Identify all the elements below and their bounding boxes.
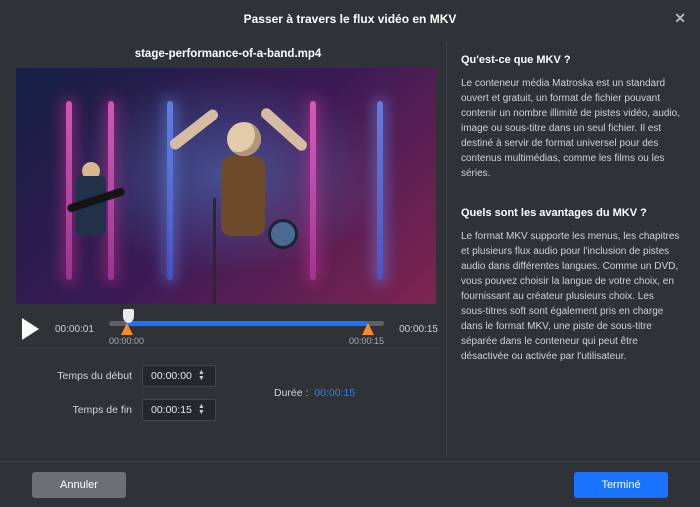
stage-light [310,101,316,280]
dialog-content: stage-performance-of-a-band.mp4 00:00:01 [0,38,700,456]
end-time-input[interactable]: 00:00:15 ▲▼ [142,399,216,421]
dialog-title: Passer à travers le flux vidéo en MKV [244,12,457,26]
time-controls: Temps du début 00:00:00 ▲▼ Temps de fin … [16,349,440,421]
start-time-label: Temps du début [46,370,132,382]
mic-stand [213,198,216,304]
end-time-label: Temps de fin [46,404,132,416]
stepper-icon[interactable]: ▲▼ [198,404,205,416]
done-button[interactable]: Terminé [574,472,668,498]
info-panel: Qu'est-ce que MKV ? Le conteneur média M… [446,42,694,456]
dialog-titlebar: Passer à travers le flux vidéo en MKV ✕ [0,0,700,38]
timeline-track[interactable]: 00:00:00 00:00:15 [109,312,384,346]
video-preview[interactable] [16,68,436,304]
info-heading-2: Quels sont les avantages du MKV ? [461,207,680,219]
info-heading-1: Qu'est-ce que MKV ? [461,54,680,66]
trim-start-handle[interactable] [121,323,133,335]
start-time-field: Temps du début 00:00:00 ▲▼ [46,365,216,387]
duration-value: 00:00:15 [314,387,355,399]
musician-guitarist [66,162,116,252]
playback-bar: 00:00:01 00:00:00 00:00:15 00:00:15 [16,304,440,349]
stage-light [377,101,383,280]
start-time-input[interactable]: 00:00:00 ▲▼ [142,365,216,387]
cancel-button[interactable]: Annuler [32,472,126,498]
track-selection [126,321,368,326]
elapsed-time: 00:00:01 [55,324,101,335]
play-button[interactable] [22,318,39,340]
close-icon[interactable]: ✕ [674,10,686,27]
ruler-end-label: 00:00:15 [349,336,384,346]
total-time: 00:00:15 [392,324,438,335]
info-body-2: Le format MKV supporte les menus, les ch… [461,229,680,364]
start-time-value: 00:00:00 [151,370,192,382]
duration-display: Durée : 00:00:15 [274,387,355,399]
duration-label: Durée : [274,387,308,399]
stage-light [167,101,173,280]
dialog-footer: Annuler Terminé [0,461,700,507]
end-time-value: 00:00:15 [151,404,192,416]
ruler-start-label: 00:00:00 [109,336,144,346]
end-time-field: Temps de fin 00:00:15 ▲▼ [46,399,216,421]
trim-end-handle[interactable] [362,323,374,335]
source-filename: stage-performance-of-a-band.mp4 [16,46,440,68]
info-body-1: Le conteneur média Matroska est un stand… [461,76,680,181]
stepper-icon[interactable]: ▲▼ [198,370,205,382]
left-panel: stage-performance-of-a-band.mp4 00:00:01 [6,42,446,456]
playhead-handle[interactable] [123,309,134,323]
